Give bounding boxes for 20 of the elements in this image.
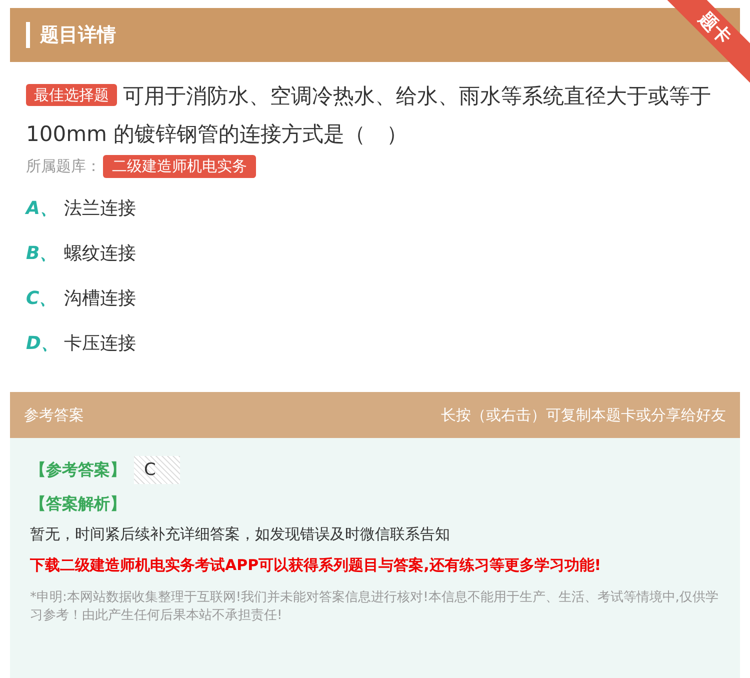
option-letter: A、 [26, 196, 59, 220]
question-text: $^{最佳选择题}$ 可用于消防水、空调冷热水、给水、雨水等系统直径大于或等于 100mm 的镀锌钢管的连接方式是（ ） [25, 83, 712, 148]
analysis-text: 暂无，时间紧后续补充详细答案，如发现错误及时微信联系告知 [30, 525, 451, 544]
answer-label: 【参考答案】 [30, 460, 126, 480]
option-text: 法兰连接 [64, 196, 136, 220]
answer-bar-title: 参考答案 [24, 406, 84, 424]
bank-tag[interactable]: 二级建造师机电实务 [103, 155, 256, 178]
option-text: 卡压连接 [64, 332, 136, 354]
share-hint: 长按（或右击）可复制本题卡或分享给好友 [441, 406, 726, 424]
bank-label: 所属题库： [26, 157, 101, 176]
option-letter: B、 [26, 242, 59, 264]
header-title: 题目详情 [40, 23, 116, 48]
option-letter: C、 [26, 286, 58, 310]
option-text: 沟槽连接 [64, 286, 136, 310]
answer-value: C [134, 456, 180, 484]
disclaimer-text: *申明:本网站数据收集整理于互联网!我们并未能对答案信息进行核对!本信息不能用于生产、生活、考试等情境中,仅供学习参考！由此产生任何后果本站不承担责任! [30, 589, 720, 625]
analysis-label: 【答案解析】 [30, 494, 126, 515]
option-letter: D、 [26, 332, 60, 354]
option-text: 螺纹连接 [64, 242, 136, 264]
promo-text: 下载二级建造师机电实务考试APP可以获得系列题目与答案,还有练习等更多学习功能! [30, 556, 602, 575]
